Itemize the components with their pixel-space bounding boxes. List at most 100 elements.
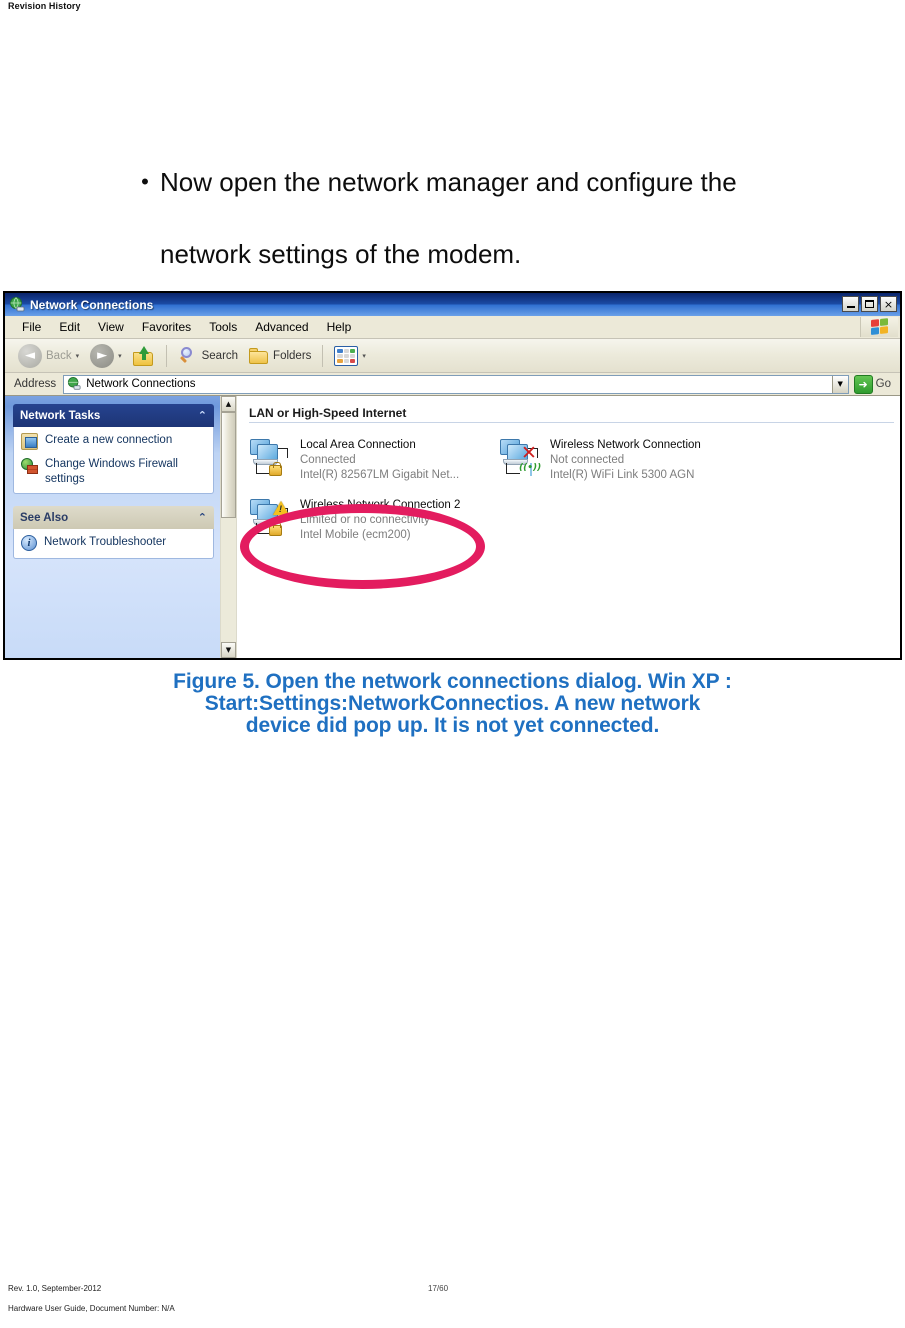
wireless-adapter-2-icon xyxy=(247,497,291,537)
connection-status: Limited or no connectivity xyxy=(300,514,430,526)
go-arrow-icon: ➜ xyxy=(853,374,873,394)
collapse-chevron-up-icon[interactable]: ⌃ xyxy=(198,409,207,422)
vertical-scrollbar[interactable]: ▲ ▼ xyxy=(220,396,237,658)
group-header-divider xyxy=(249,422,894,423)
sidebar-item-network-troubleshooter[interactable]: i Network Troubleshooter xyxy=(21,535,207,551)
page-footer: Rev. 1.0, September-2012 17/60 Hardware … xyxy=(0,1280,905,1328)
close-button[interactable]: × xyxy=(880,296,897,312)
sidebar-item-firewall-settings[interactable]: Change Windows Firewall settings xyxy=(21,457,207,486)
warning-badge-icon xyxy=(273,501,289,515)
connections-grid: Local Area Connection Connected Intel(R)… xyxy=(247,437,900,557)
caption-line-2: Start:Settings:NetworkConnectios. A new … xyxy=(204,692,701,715)
red-x-badge-icon: ✕ xyxy=(521,442,537,464)
connections-list-pane: LAN or High-Speed Internet Local Area Co… xyxy=(237,396,900,658)
connection-details: Wireless Network Connection Not connecte… xyxy=(550,437,747,483)
address-label: Address xyxy=(14,378,57,390)
screenshot-figure: Network Connections × File Edit View Fav… xyxy=(3,291,902,660)
back-chevron-down-icon[interactable]: ▾ xyxy=(76,352,80,360)
network-tasks-title: Network Tasks xyxy=(20,409,101,422)
sidebar-item-create-connection[interactable]: Create a new connection xyxy=(21,433,207,450)
address-bar: Address Network Connections ▼ ➜ Go xyxy=(5,373,900,396)
minimize-button[interactable] xyxy=(842,296,859,312)
figure-caption: Figure 5. Open the network connections d… xyxy=(0,671,905,737)
network-troubleshooter-label: Network Troubleshooter xyxy=(44,536,167,548)
forward-chevron-down-icon[interactable]: ▾ xyxy=(118,352,122,360)
address-input[interactable]: Network Connections ▼ xyxy=(63,374,849,394)
address-dropdown-icon[interactable]: ▼ xyxy=(831,375,848,393)
windows-firewall-icon xyxy=(21,457,38,474)
forward-arrow-icon: ► xyxy=(90,343,115,368)
back-arrow-icon: ◄ xyxy=(18,343,42,368)
connection-item-local-area[interactable]: Local Area Connection Connected Intel(R)… xyxy=(247,437,497,483)
search-label: Search xyxy=(201,349,239,362)
folders-button[interactable]: Folders xyxy=(244,345,316,366)
info-icon: i xyxy=(21,535,37,551)
scrollbar-thumb[interactable] xyxy=(221,412,236,518)
views-chevron-down-icon[interactable]: ▾ xyxy=(362,352,366,360)
connection-status: Not connected xyxy=(550,454,625,466)
connection-item-wireless-2[interactable]: Wireless Network Connection 2 Limited or… xyxy=(247,497,497,543)
task-sidebar: Network Tasks ⌃ Create a new connection xyxy=(5,396,220,658)
footer-document-number: Hardware User Guide, Document Number: N/… xyxy=(8,1304,175,1313)
go-button[interactable]: ➜ Go xyxy=(849,374,897,394)
connection-details: Wireless Network Connection 2 Limited or… xyxy=(300,497,497,543)
see-also-collapse-chevron-up-icon[interactable]: ⌃ xyxy=(198,511,207,524)
bullet-text-line-2: network settings of the modem. xyxy=(160,239,522,269)
connection-name: Local Area Connection xyxy=(300,439,416,451)
scrollbar-track[interactable] xyxy=(221,412,236,642)
connection-device: Intel Mobile (ecm200) xyxy=(300,529,411,541)
network-tasks-body: Create a new connection Change Windows F… xyxy=(13,427,214,494)
menu-item-advanced[interactable]: Advanced xyxy=(246,318,317,336)
connection-device: Intel(R) WiFi Link 5300 AGN xyxy=(550,469,695,481)
window-title: Network Connections xyxy=(30,297,154,312)
footer-revision: Rev. 1.0, September-2012 xyxy=(8,1284,102,1293)
toolbar-divider-2 xyxy=(322,344,324,367)
menu-item-view[interactable]: View xyxy=(89,318,133,336)
network-globe-icon xyxy=(9,296,25,313)
scroll-up-arrow-icon[interactable]: ▲ xyxy=(221,396,236,412)
network-adapter-icon xyxy=(247,437,291,477)
scroll-down-arrow-icon[interactable]: ▼ xyxy=(221,642,236,658)
toolbar-divider-1 xyxy=(165,344,167,367)
address-value: Network Connections xyxy=(86,378,196,390)
folder-up-arrow-icon xyxy=(132,345,155,366)
caption-line-3: device did pop up. It is not yet connect… xyxy=(245,714,660,737)
menu-item-help[interactable]: Help xyxy=(318,318,361,336)
firewall-settings-label: Change Windows Firewall settings xyxy=(45,458,178,485)
toolbar: ◄ Back ▾ ► ▾ Search Folders ▾ xyxy=(5,339,900,373)
wifi-signal-badge-icon: ((•)) xyxy=(519,463,542,473)
group-header-lan: LAN or High-Speed Internet xyxy=(249,406,407,420)
instruction-bullet-block: • Now open the network manager and confi… xyxy=(130,146,870,290)
network-connections-window: Network Connections × File Edit View Fav… xyxy=(5,293,900,658)
see-also-header[interactable]: See Also ⌃ xyxy=(13,506,214,529)
connection-name: Wireless Network Connection 2 xyxy=(300,499,461,511)
menu-item-edit[interactable]: Edit xyxy=(50,318,89,336)
bullet-text-line-1: Now open the network manager and configu… xyxy=(160,167,737,197)
network-tasks-header[interactable]: Network Tasks ⌃ xyxy=(13,404,214,427)
network-tasks-panel: Network Tasks ⌃ Create a new connection xyxy=(13,404,214,494)
connection-item-wireless[interactable]: ((•)) ✕ Wireless Network Connection Not … xyxy=(497,437,747,483)
window-body: Network Tasks ⌃ Create a new connection xyxy=(5,396,900,658)
folders-label: Folders xyxy=(273,349,312,362)
bullet-marker-icon: • xyxy=(141,169,149,194)
menu-item-favorites[interactable]: Favorites xyxy=(133,318,200,336)
views-grid-icon xyxy=(334,345,359,366)
search-button[interactable]: Search xyxy=(173,344,243,368)
address-network-icon xyxy=(67,377,81,391)
connection-status: Connected xyxy=(300,454,356,466)
up-one-level-button[interactable] xyxy=(128,344,160,368)
menu-item-file[interactable]: File xyxy=(13,318,50,336)
windows-flag-icon xyxy=(860,317,898,337)
views-button[interactable]: ▾ xyxy=(329,344,371,368)
lock-badge-icon xyxy=(269,462,282,476)
go-label: Go xyxy=(875,378,891,390)
wireless-adapter-icon: ((•)) ✕ xyxy=(497,437,541,477)
back-button[interactable]: ◄ Back ▾ xyxy=(13,342,84,370)
folder-icon xyxy=(249,347,269,364)
menu-item-tools[interactable]: Tools xyxy=(200,318,246,336)
window-title-bar: Network Connections × xyxy=(5,293,900,316)
see-also-panel: See Also ⌃ i Network Troubleshooter xyxy=(13,506,214,559)
connection-details: Local Area Connection Connected Intel(R)… xyxy=(300,437,497,483)
maximize-button[interactable] xyxy=(861,296,878,312)
forward-button[interactable]: ► ▾ xyxy=(85,342,127,370)
